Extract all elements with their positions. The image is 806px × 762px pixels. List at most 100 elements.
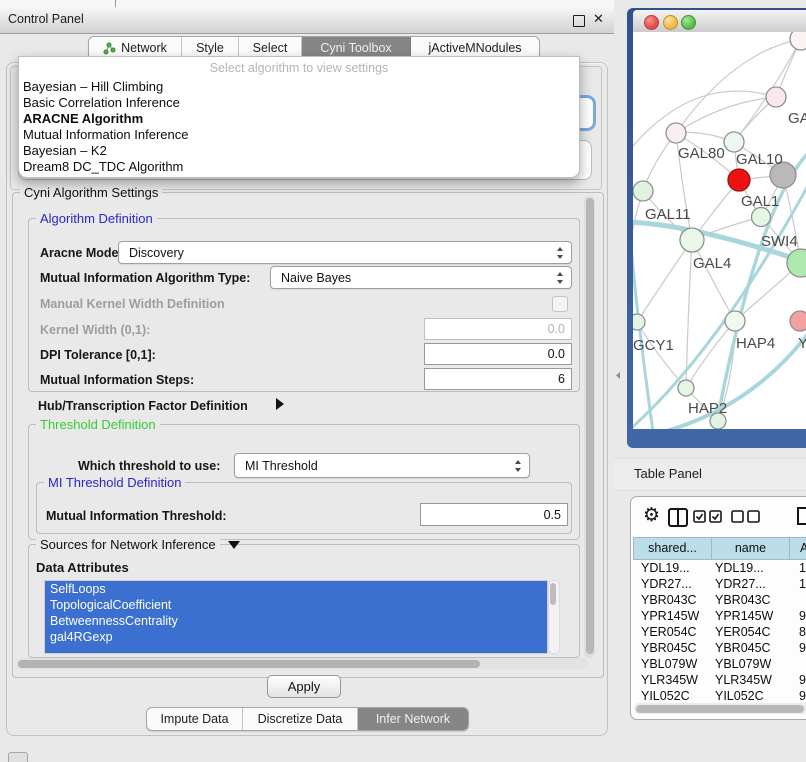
mi-threshold-label: Mutual Information Threshold: (46, 509, 227, 523)
cell-name: YBR045C (711, 640, 789, 656)
table-row[interactable]: YER054C YER054C 8. (633, 624, 806, 640)
expand-arrow-icon[interactable] (276, 398, 284, 410)
node-label: GAL4 (693, 255, 731, 272)
mi-type-combobox[interactable]: Naive Bayes (270, 266, 572, 289)
list-item[interactable]: TopologicalCoefficient (45, 597, 547, 613)
column-header-shared[interactable]: shared... (633, 537, 711, 560)
tab-impute-data[interactable]: Impute Data (147, 708, 243, 730)
dropdown-item-bayesian-k2[interactable]: Bayesian – K2 (23, 143, 107, 159)
cell-name: YBL079W (711, 656, 789, 672)
tab-select-label: Select (253, 41, 288, 55)
apply-button[interactable]: Apply (267, 675, 341, 698)
table-row[interactable]: YLR345W YLR345W 9. (633, 672, 806, 688)
network-window-titlebar[interactable] (633, 10, 806, 33)
tab-infer-network-label: Infer Network (376, 712, 450, 726)
list-scrollbar[interactable] (548, 580, 560, 654)
mi-steps-field[interactable]: 6 (424, 368, 572, 390)
which-threshold-combobox[interactable]: MI Threshold (234, 453, 530, 478)
node-salmon[interactable] (790, 311, 806, 331)
cell-name: YIL052C (711, 688, 789, 700)
columns-icon[interactable] (667, 507, 689, 528)
node-gal80[interactable] (666, 123, 686, 143)
aracne-mode-label: Aracne Mode: (40, 246, 123, 260)
table-body: YDL19... YDL19... 13 YDR27... YDR27... 1… (633, 560, 806, 700)
gear-icon[interactable]: ⚙ (643, 504, 660, 527)
list-item-partial[interactable] (45, 645, 547, 654)
node-label: HAP4 (736, 335, 775, 352)
list-item[interactable]: SelfLoops (45, 581, 547, 597)
node-hap4[interactable] (725, 311, 745, 331)
node-gal11[interactable] (633, 181, 653, 201)
stepper-icon (515, 460, 522, 472)
list-item[interactable]: BetweennessCentrality (45, 613, 547, 629)
list-item[interactable]: gal4RGexp (45, 629, 547, 645)
close-traffic-light-icon[interactable] (644, 15, 659, 30)
table-row[interactable]: YDR27... YDR27... 12 (633, 576, 806, 592)
manual-kernel-checkbox[interactable] (552, 296, 568, 312)
cell-value (789, 656, 806, 672)
cell-shared: YBR043C (633, 592, 711, 608)
table-panel-title: Table Panel (634, 466, 702, 481)
table-row[interactable]: YBL079W YBL079W (633, 656, 806, 672)
cell-value: 9 (789, 688, 806, 700)
settings-horizontal-scrollbar[interactable] (16, 658, 588, 669)
table-panel-titlebar: Table Panel (614, 458, 806, 491)
node-hap2[interactable] (678, 380, 694, 396)
show-columns-icon[interactable] (693, 510, 723, 523)
cell-shared: YPR145W (633, 608, 711, 624)
tab-discretize-data[interactable]: Discretize Data (243, 708, 358, 730)
table-row[interactable]: YIL052C YIL052C 9 (633, 688, 806, 700)
mi-threshold-field[interactable]: 0.5 (420, 503, 568, 526)
network-canvas[interactable]: GAL GAL80 GAL10 GAL1 GAL11 SWI4 GAL4 GCY… (633, 32, 806, 429)
node-gcy1[interactable] (633, 314, 645, 330)
node-red-selected[interactable] (728, 169, 750, 191)
aracne-mode-combobox[interactable]: Discovery (118, 241, 572, 264)
dropdown-item-dream8[interactable]: Dream8 DC_TDC Algorithm (23, 159, 183, 175)
hide-columns-icon[interactable] (731, 510, 761, 523)
tab-network-label: Network (121, 41, 167, 55)
table-horizontal-scrollbar[interactable] (634, 703, 806, 714)
tab-cyni-toolbox-label: Cyni Toolbox (320, 41, 391, 55)
data-attributes-label: Data Attributes (36, 560, 129, 575)
minimize-traffic-light-icon[interactable] (663, 15, 678, 30)
table-row[interactable]: YPR145W YPR145W 9. (633, 608, 806, 624)
dpi-tolerance-field[interactable]: 0.0 (424, 343, 572, 365)
network-view-window: GAL GAL80 GAL10 GAL1 GAL11 SWI4 GAL4 GCY… (627, 8, 806, 448)
kernel-width-value: 0.0 (548, 322, 565, 336)
dropdown-item-mutual-information[interactable]: Mutual Information Inference (23, 127, 188, 143)
settings-vertical-scrollbar[interactable] (584, 196, 595, 658)
column-header-partial[interactable]: A (789, 537, 806, 560)
dropdown-item-aracne[interactable]: ARACNE Algorithm (23, 111, 143, 127)
column-header-name[interactable]: name (711, 537, 789, 560)
node-gal1[interactable] (752, 208, 771, 227)
cell-shared: YIL052C (633, 688, 711, 700)
panel-divider-handle[interactable] (616, 372, 620, 379)
dropdown-item-bayesian-hill-climbing[interactable]: Bayesian – Hill Climbing (23, 79, 163, 95)
table-row[interactable]: YBR043C YBR043C (633, 592, 806, 608)
cell-name: YBR043C (711, 592, 789, 608)
node[interactable] (790, 32, 806, 50)
close-icon[interactable]: ✕ (593, 11, 604, 27)
zoom-traffic-light-icon[interactable] (681, 15, 696, 30)
table-panel: ⚙ shared... name A (630, 496, 806, 720)
node-label: GAL (788, 110, 806, 127)
collapse-arrow-icon[interactable] (228, 541, 240, 549)
mi-threshold-value: 0.5 (544, 508, 561, 522)
aracne-mode-value: Discovery (129, 246, 184, 260)
tab-infer-network[interactable]: Infer Network (358, 708, 468, 730)
dropdown-item-basic-correlation[interactable]: Basic Correlation Inference (23, 95, 180, 111)
export-table-icon[interactable] (796, 505, 806, 527)
float-window-icon[interactable] (573, 15, 585, 27)
node[interactable] (766, 87, 786, 107)
node-label: SWI4 (761, 233, 798, 250)
cell-value: 13 (789, 560, 806, 576)
table-row[interactable]: YBR045C YBR045C 9. (633, 640, 806, 656)
node-gal4[interactable] (680, 228, 704, 252)
bottom-tabbar: Impute Data Discretize Data Infer Networ… (146, 707, 469, 731)
table-row[interactable]: YDL19... YDL19... 13 (633, 560, 806, 576)
node-gal10[interactable] (724, 132, 744, 152)
tab-jactivemnodules-label: jActiveMNodules (428, 41, 521, 55)
kernel-width-field[interactable]: 0.0 (424, 318, 572, 340)
collapsed-panel-button[interactable] (8, 752, 28, 762)
data-attributes-list[interactable]: SelfLoops TopologicalCoefficient Between… (44, 580, 548, 654)
